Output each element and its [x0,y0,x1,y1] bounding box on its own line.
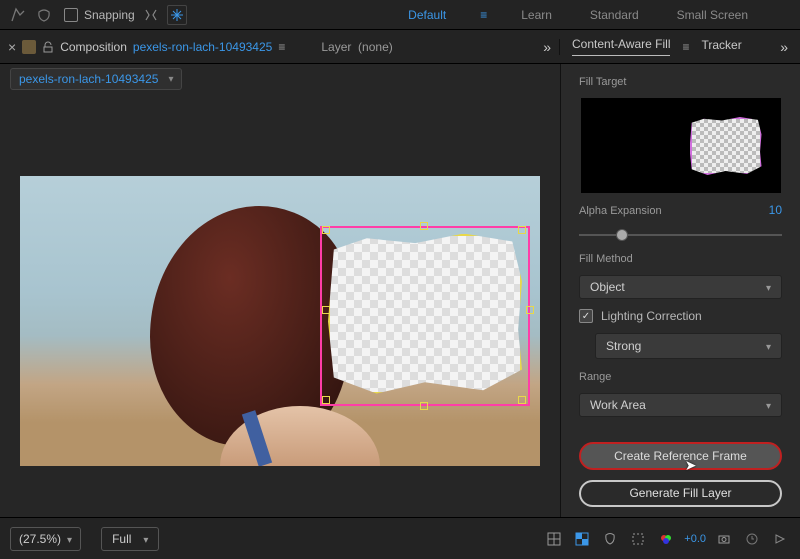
range-label: Range [579,371,782,383]
mask-handle[interactable] [420,402,428,410]
alpha-expansion-label: Alpha Expansion [579,205,662,217]
lighting-strength-dropdown[interactable]: Strong [595,333,782,359]
snapping-label: Snapping [84,8,135,22]
composition-dropdown[interactable]: pexels-ron-lach-10493425 ▾ [10,68,182,90]
chevron-down-icon [766,280,771,294]
collapse-left-icon[interactable]: » [543,39,551,55]
composition-name[interactable]: pexels-ron-lach-10493425 [133,40,272,54]
chevron-down-icon [766,398,771,412]
range-value: Work Area [590,398,646,412]
mask-handle[interactable] [518,396,526,404]
viewport[interactable] [0,94,560,517]
generate-fill-layer-label: Generate Fill Layer [629,486,731,500]
alpha-expansion-value[interactable]: 10 [769,203,782,217]
fill-method-label: Fill Method [579,253,782,265]
fill-method-dropdown[interactable]: Object [579,275,782,299]
mask-handle[interactable] [322,226,330,234]
chevron-down-icon [766,339,771,353]
composition-icon [22,40,36,54]
snapping-checkbox[interactable] [64,8,78,22]
create-reference-frame-label: Create Reference Frame [614,449,747,463]
chevron-down-icon [67,532,72,546]
fill-target-preview [581,98,781,193]
workspace-menu-icon[interactable]: ≡ [480,8,487,22]
alpha-expansion-slider[interactable] [579,229,782,242]
transparency-grid-icon[interactable] [572,529,592,549]
layer-label: Layer [321,40,351,54]
region-of-interest-box[interactable] [320,226,530,406]
composition-menu-icon[interactable]: ≡ [278,40,285,54]
snapping-options-icon[interactable] [141,5,161,25]
resolution-value: Full [112,532,131,546]
lock-icon[interactable] [42,41,54,53]
tab-content-aware-fill[interactable]: Content-Aware Fill [572,37,670,56]
close-panel-icon[interactable]: × [8,39,16,55]
mask-handle[interactable] [526,306,534,314]
zoom-value: (27.5%) [19,532,61,546]
grid-icon[interactable] [544,529,564,549]
timecode-icon[interactable] [742,529,762,549]
mask-visibility-icon[interactable] [600,529,620,549]
mask-handle[interactable] [518,226,526,234]
fill-method-value: Object [590,280,625,294]
lighting-correction-checkbox[interactable]: ✓ [579,309,593,323]
resolution-dropdown[interactable]: Full [101,527,159,551]
create-reference-frame-button[interactable]: Create Reference Frame ➤ [579,442,782,469]
workspace-learn[interactable]: Learn [517,4,556,26]
fast-preview-icon[interactable] [770,529,790,549]
composition-dropdown-label: pexels-ron-lach-10493425 [19,72,158,86]
panel-menu-icon[interactable]: ≡ [682,40,689,54]
region-icon[interactable] [628,529,648,549]
lighting-strength-value: Strong [606,339,641,353]
mask-tool-icon[interactable] [34,5,54,25]
preview-frame [20,176,540,466]
snapshot-icon[interactable] [714,529,734,549]
exposure-value[interactable]: +0.0 [684,529,706,549]
mask-handle[interactable] [420,222,428,230]
workspace-standard[interactable]: Standard [586,4,643,26]
lighting-correction-label: Lighting Correction [601,309,702,323]
workspace-small-screen[interactable]: Small Screen [673,4,752,26]
tab-tracker[interactable]: Tracker [702,38,742,56]
channels-icon[interactable] [656,529,676,549]
workspace-default[interactable]: Default [404,4,450,26]
layer-value: (none) [358,40,393,54]
generate-fill-layer-button[interactable]: Generate Fill Layer [579,480,782,507]
chevron-down-icon [143,532,148,546]
zoom-dropdown[interactable]: (27.5%) [10,527,81,551]
fill-target-label: Fill Target [579,76,782,88]
range-dropdown[interactable]: Work Area [579,393,782,417]
mask-handle[interactable] [322,306,330,314]
cursor-icon: ➤ [685,457,697,474]
collapse-right-icon[interactable]: » [780,39,788,55]
snap-collision-icon[interactable] [167,5,187,25]
pen-tool-icon[interactable] [8,5,28,25]
mask-handle[interactable] [322,396,330,404]
composition-label: Composition [60,40,127,54]
